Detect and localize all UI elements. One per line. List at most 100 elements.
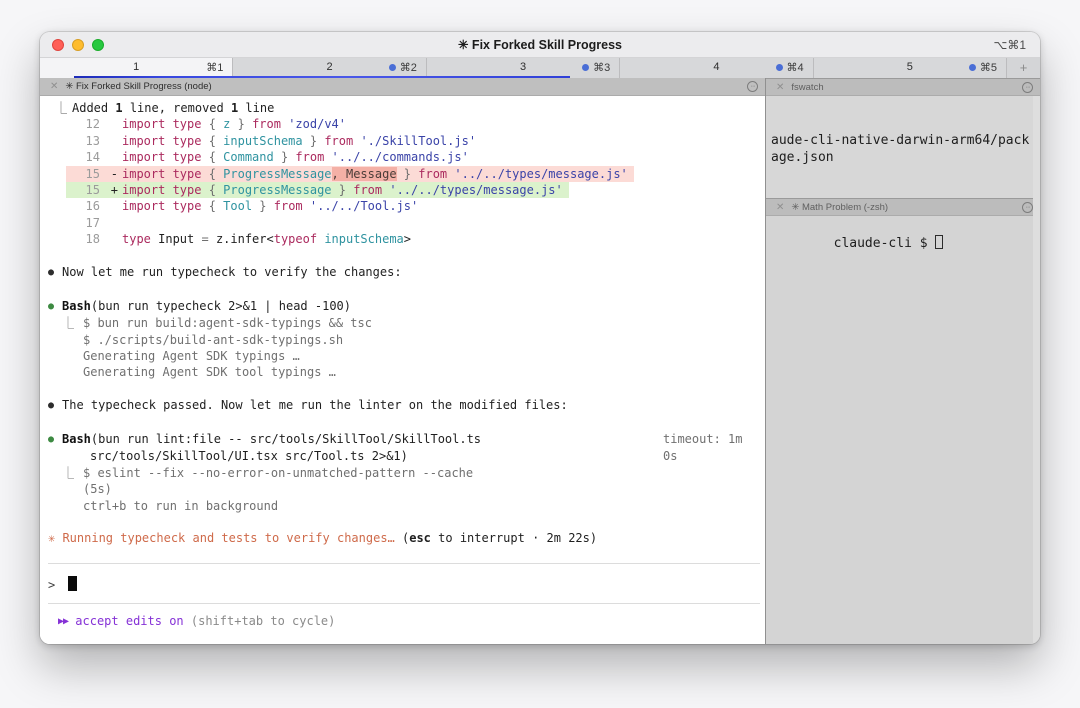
- code-line: 18type Input = z.infer<typeof inputSchem…: [40, 231, 765, 247]
- fswatch-output[interactable]: aude-cli-native-darwin-arm64/package.jso…: [766, 96, 1040, 198]
- tool-output-line: ⎿$ eslint --fix --no-error-on-unmatched-…: [40, 465, 765, 481]
- code-segment: {: [209, 150, 223, 164]
- added-count: 1: [115, 101, 122, 115]
- minimize-window-button[interactable]: [72, 39, 84, 51]
- code-segment: }: [397, 167, 419, 181]
- activity-dot-icon: [582, 64, 589, 71]
- tool-output-line: ctrl+b to run in background: [40, 498, 765, 514]
- window-title: ✳ Fix Forked Skill Progress: [40, 37, 1040, 52]
- message-text: The typecheck passed. Now let me run the…: [62, 398, 568, 412]
- code-segment: '../../commands.js': [324, 150, 469, 164]
- math-pane-title: ✳ Math Problem (-zsh): [791, 202, 888, 213]
- code-segment: typeof: [274, 232, 325, 246]
- message-text: Now let me run typecheck to verify the c…: [62, 265, 402, 279]
- traffic-lights: [52, 39, 104, 51]
- permission-mode-line[interactable]: ▶▶ accept edits on (shift+tab to cycle): [40, 613, 765, 630]
- code-segment: from: [274, 199, 303, 213]
- status-text: to interrupt · 2m 22s): [431, 531, 597, 545]
- code-segment: Input: [158, 232, 201, 246]
- tool-timeout-meta: timeout: 1m: [663, 431, 742, 447]
- branch-mark-icon: ⎿: [55, 100, 72, 116]
- window-shortcut-hint: ⌥⌘1: [993, 38, 1026, 52]
- terminal-output[interactable]: ⎿Added 1 line, removed 1 line 12 import t…: [40, 96, 765, 644]
- line-number: 15: [66, 182, 100, 198]
- tab-shortcut: ⌘1: [206, 61, 223, 74]
- diff-added-line: 15+import type { ProgressMessage } from …: [40, 182, 765, 198]
- diff-summary: ⎿Added 1 line, removed 1 line: [40, 100, 765, 116]
- removed-word-highlight: , Message: [332, 167, 397, 181]
- diff-marker: +: [100, 182, 122, 198]
- message-bullet-icon: ●: [48, 265, 62, 281]
- code-segment: from: [353, 183, 382, 197]
- branch-mark-icon: ⎿: [62, 465, 83, 481]
- code-segment: }: [252, 199, 274, 213]
- code-segment: >: [404, 232, 411, 246]
- code-segment: Command: [223, 150, 274, 164]
- scrollbar-track[interactable]: [1033, 96, 1040, 644]
- tab-4[interactable]: 4 ⌘4: [620, 58, 813, 78]
- line-number: 14: [56, 149, 100, 165]
- tool-args-continuation: src/tools/SkillTool/UI.tsx src/Tool.ts 2…: [40, 448, 765, 464]
- code-segment: inputSchema: [324, 232, 403, 246]
- math-shell[interactable]: claude-cli $: [766, 216, 1040, 644]
- close-pane-icon[interactable]: ✕: [776, 82, 784, 93]
- main-pane: ✕ ✳ Fix Forked Skill Progress (node) ···…: [40, 78, 765, 644]
- double-arrow-icon: ▶▶: [58, 616, 68, 627]
- code-segment: '../../types/message.js': [447, 167, 628, 181]
- code-segment: import type: [122, 117, 209, 131]
- code-segment: from: [324, 134, 353, 148]
- code-segment: import type: [122, 199, 209, 213]
- code-segment: from: [418, 167, 447, 181]
- code-segment: import type: [122, 183, 209, 197]
- line-number: 13: [56, 133, 100, 149]
- tab-label: 1: [40, 61, 232, 73]
- code-line: 16import type { Tool } from '../../Tool.…: [40, 198, 765, 214]
- code-segment: import type: [122, 134, 209, 148]
- line-number: 12: [56, 116, 100, 132]
- math-pane-header: ✕ ✳ Math Problem (-zsh) ···: [766, 198, 1040, 216]
- tab-5[interactable]: 5 ⌘5: [814, 58, 1007, 78]
- zoom-window-button[interactable]: [92, 39, 104, 51]
- tool-bullet-icon: ●: [48, 432, 62, 448]
- activity-dot-icon: [776, 64, 783, 71]
- input-divider: [48, 603, 760, 604]
- code-segment: type: [122, 232, 158, 246]
- close-pane-icon[interactable]: ✕: [50, 81, 58, 92]
- pane-menu-icon[interactable]: ···: [1022, 202, 1033, 213]
- pane-menu-icon[interactable]: ···: [747, 81, 758, 92]
- fswatch-line: aude-cli-native-darwin-arm64/package.jso…: [771, 132, 1033, 166]
- tool-args: src/tools/SkillTool/UI.tsx src/Tool.ts 2…: [90, 449, 408, 463]
- assistant-message: ●The typecheck passed. Now let me run th…: [40, 397, 765, 414]
- code-line: 14import type { Command } from '../../co…: [40, 149, 765, 165]
- prompt-input[interactable]: >: [40, 564, 765, 602]
- code-segment: }: [274, 150, 296, 164]
- code-segment: {: [209, 117, 223, 131]
- main-pane-title: ✳ Fix Forked Skill Progress (node): [65, 81, 211, 92]
- activity-dot-icon: [389, 64, 396, 71]
- code-line: 13import type { inputSchema } from './Sk…: [40, 133, 765, 149]
- output-text: $ eslint --fix --no-error-on-unmatched-p…: [83, 466, 473, 480]
- code-segment: }: [230, 117, 252, 131]
- new-tab-button[interactable]: +: [1007, 58, 1040, 78]
- tool-output-line: ⎿$ bun run build:agent-sdk-typings && ts…: [40, 315, 765, 331]
- code-segment: '../../Tool.js': [303, 199, 419, 213]
- activity-dot-icon: [969, 64, 976, 71]
- terminal-window: ✳ Fix Forked Skill Progress ⌥⌘1 1 ⌘1 2 ⌘…: [40, 32, 1040, 644]
- line-number: 18: [56, 231, 100, 247]
- close-pane-icon[interactable]: ✕: [776, 202, 784, 213]
- tool-output-line: (5s): [40, 481, 765, 497]
- summary-text: line: [238, 101, 274, 115]
- titlebar: ✳ Fix Forked Skill Progress ⌥⌘1: [40, 32, 1040, 58]
- shell-prompt: claude-cli $: [834, 236, 936, 251]
- code-segment: {: [209, 199, 223, 213]
- tab-shortcut: ⌘3: [593, 61, 610, 74]
- esc-key-hint: esc: [409, 531, 431, 545]
- code-segment: =: [201, 232, 215, 246]
- assistant-message: ●Now let me run typecheck to verify the …: [40, 264, 765, 281]
- code-segment: inputSchema: [223, 134, 302, 148]
- code-line: 12import type { z } from 'zod/v4': [40, 116, 765, 132]
- code-segment: }: [303, 134, 325, 148]
- pane-menu-icon[interactable]: ···: [1022, 82, 1033, 93]
- tool-args: (bun run lint:file -- src/tools/SkillToo…: [91, 432, 481, 446]
- close-window-button[interactable]: [52, 39, 64, 51]
